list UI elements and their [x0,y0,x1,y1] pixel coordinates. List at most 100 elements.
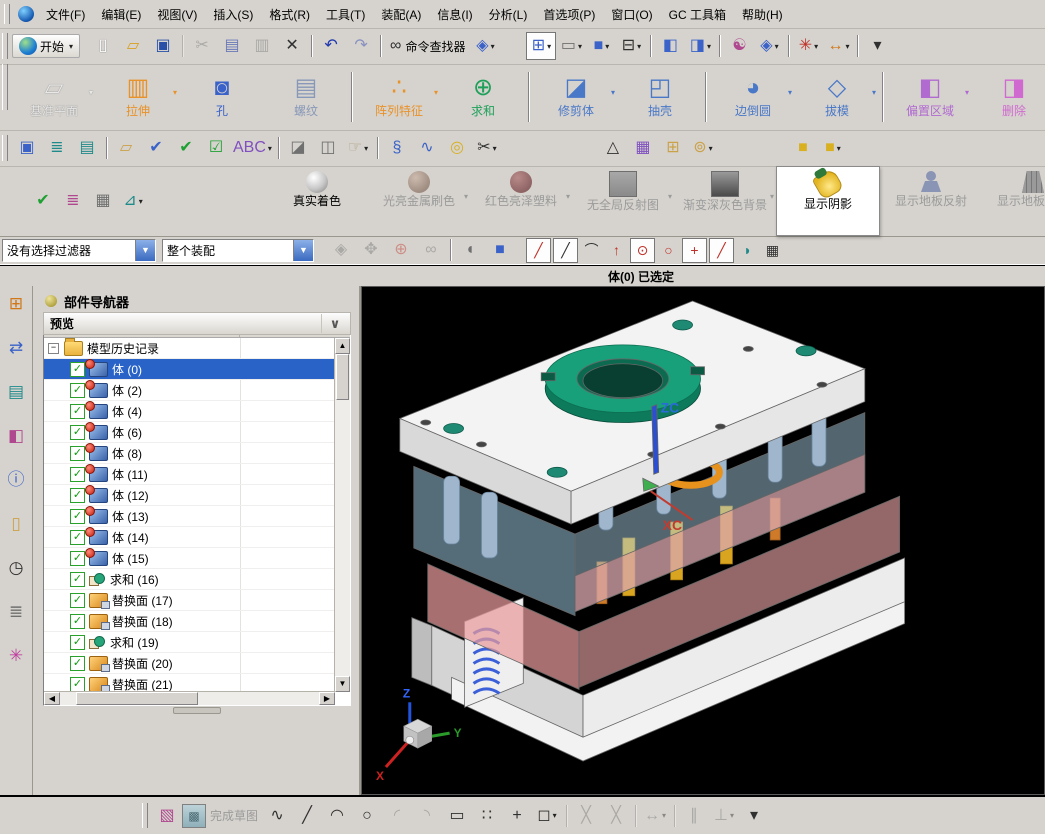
dropdown-arrow-icon[interactable]: ▾ [814,42,818,51]
circle-button[interactable]: ○ [352,802,382,830]
start-button[interactable]: 开始 ▾ [12,34,80,58]
dropdown-arrow-icon[interactable]: ▾ [662,811,666,820]
toolbar-grip[interactable] [2,33,8,58]
visibility-checkbox[interactable] [70,425,85,440]
scroll-left-icon[interactable]: ◀ [44,692,60,705]
combo-arrow-icon[interactable]: ▼ [293,240,313,261]
tree-item-body-2[interactable]: 体 (2) [44,380,335,401]
select-rect-button[interactable]: ▣ [12,134,42,162]
tree-item-replace-face-21[interactable]: 替换面 (21) [44,674,335,692]
section-hatch-button[interactable]: ✳ ▾ [793,32,823,60]
select-handles-icon[interactable]: ◈ [326,236,356,264]
shell-face-icon[interactable]: ◖ [455,236,485,264]
toolbar-grip[interactable] [4,4,10,24]
web-page-icon[interactable]: ▯ [11,514,20,534]
shell-button[interactable]: ◰ 抽壳 [618,64,702,130]
geometric-constraint-button[interactable]: ∥ [679,802,709,830]
graphics-viewport[interactable]: ZC XC Z Y X [361,286,1045,795]
solid-body-icon[interactable]: ■ [485,236,515,264]
unite-button[interactable]: ⊕ 求和 [441,64,525,130]
dropdown-arrow-icon[interactable]: ▾ [775,42,779,51]
tree-item-body-11[interactable]: 体 (11) [44,464,335,485]
dropdown-arrow-icon[interactable]: ▾ [364,144,368,153]
auto-constraint-button[interactable]: ⊥ ▾ [709,802,739,830]
shaded-view-button[interactable]: ■ ▾ [586,32,616,60]
menu-item[interactable]: 分析(L) [481,3,536,26]
touch-mode-button[interactable]: ◈ ▾ [470,32,500,60]
dropdown-arrow-icon[interactable]: ▾ [872,88,876,97]
scroll-right-icon[interactable]: ▶ [319,692,335,705]
snap-intersection-button[interactable]: + [682,238,707,263]
cut-button[interactable]: ✂ [187,32,217,60]
thread-button[interactable]: ▤ 螺纹 [264,64,348,130]
finish-sketch-button[interactable]: ▩ 完成草图 [182,804,258,828]
horizontal-scrollbar[interactable]: ◀ ▶ [44,691,335,705]
show-shadow-button[interactable]: 显示阴影 [776,166,880,236]
tree-item-body-14[interactable]: 体 (14) [44,527,335,548]
pattern-feature-button[interactable]: ∴ 阵列特征 ▾ [357,64,441,130]
layer-settings-button[interactable]: ▤ [72,134,102,162]
tag-note-button[interactable]: ▱ [111,134,141,162]
dropdown-arrow-icon[interactable]: ▾ [845,42,849,51]
measure-button[interactable]: ↔ ▾ [823,32,853,60]
list-pick-button[interactable]: ☞ ▾ [343,134,373,162]
dropdown-arrow-icon[interactable]: ▾ [89,88,93,97]
dropdown-arrow-icon[interactable]: ▾ [770,192,774,201]
menu-item[interactable]: 视图(V) [149,3,205,26]
datum-plane-button[interactable]: ▱ 基准平面 ▾ [12,64,96,130]
menu-item[interactable]: 信息(I) [429,3,480,26]
dropdown-arrow-icon[interactable]: ▾ [730,811,734,820]
selection-scope-combo[interactable]: 整个装配 ▼ [162,239,314,262]
history-icon[interactable]: ◷ [9,558,24,578]
dropdown-arrow-icon[interactable]: ▾ [668,192,672,201]
dropdown-arrow-icon[interactable]: ▾ [69,42,73,51]
visual-effects-button[interactable]: ☯ [724,32,754,60]
dropdown-arrow-icon[interactable]: ▾ [707,42,711,51]
new-file-button[interactable]: ▯ [88,32,118,60]
dropdown-arrow-icon[interactable]: ▾ [837,144,841,153]
cut-tool-button[interactable]: ✂ ▾ [472,134,502,162]
visibility-checkbox[interactable] [70,572,85,587]
selection-filter-combo[interactable]: 没有选择过滤器 ▼ [2,239,156,262]
menu-item[interactable]: 帮助(H) [734,3,791,26]
offset-region-button[interactable]: ◧ 偏置区域 ▾ [888,64,972,130]
panel-preview[interactable]: 预览 ∨ [43,312,351,335]
visibility-checkbox[interactable] [70,362,85,377]
hierarchy-icon[interactable]: ≣ [58,187,88,215]
reuse-library-icon[interactable]: ◧ [8,426,24,446]
draft-button[interactable]: ◇ 拔模 ▾ [795,64,879,130]
no-global-reflection-button[interactable]: 无全局反射图 ▾ [572,166,674,236]
dropdown-arrow-icon[interactable]: ▾ [611,88,615,97]
scroll-down-icon[interactable]: ▼ [335,676,350,692]
dropdown-arrow-icon[interactable]: ▾ [434,88,438,97]
select-tool-icon[interactable]: ✥ [356,236,386,264]
tree-item-body-13[interactable]: 体 (13) [44,506,335,527]
tree-item-model-history[interactable]: − 模型历史记录 [44,338,335,359]
delete-button[interactable]: ✕ [277,32,307,60]
dropdown-arrow-icon[interactable]: ▾ [566,192,570,201]
dropdown-arrow-icon[interactable]: ▾ [173,88,177,97]
combo-arrow-icon[interactable]: ▼ [135,240,155,261]
copy-button[interactable]: ▤ [217,32,247,60]
redo-button[interactable]: ↷ [346,32,376,60]
folder-add-button[interactable]: ⊞ [658,134,688,162]
open-button[interactable]: ▱ [118,32,148,60]
expander-icon[interactable]: − [48,343,59,354]
offset-curve-button[interactable]: ◻ ▾ [532,802,562,830]
visibility-checkbox[interactable] [70,551,85,566]
mold-cube-a-button[interactable]: ■ [788,134,818,162]
studio-spline-button[interactable]: ∷ [472,802,502,830]
menu-item[interactable]: 插入(S) [205,3,261,26]
visibility-checkbox[interactable] [70,509,85,524]
check-flag-button[interactable]: ✔ [171,134,201,162]
tree-item-body-15[interactable]: 体 (15) [44,548,335,569]
snap-crosshair-icon[interactable]: ⊕ [386,236,416,264]
snap-point-on-curve-button[interactable]: ╱ [709,238,734,263]
trim-body-button[interactable]: ◪ 修剪体 ▾ [534,64,618,130]
menu-item[interactable]: 首选项(P) [535,3,603,26]
tree-item-replace-face-18[interactable]: 替换面 (18) [44,611,335,632]
hd3d-tool-icon[interactable]: ⓘ [8,470,25,490]
dropdown-arrow-icon[interactable]: ▾ [493,144,497,153]
snap-endpoint-button[interactable]: ╱ [526,238,551,263]
visibility-checkbox[interactable] [70,404,85,419]
